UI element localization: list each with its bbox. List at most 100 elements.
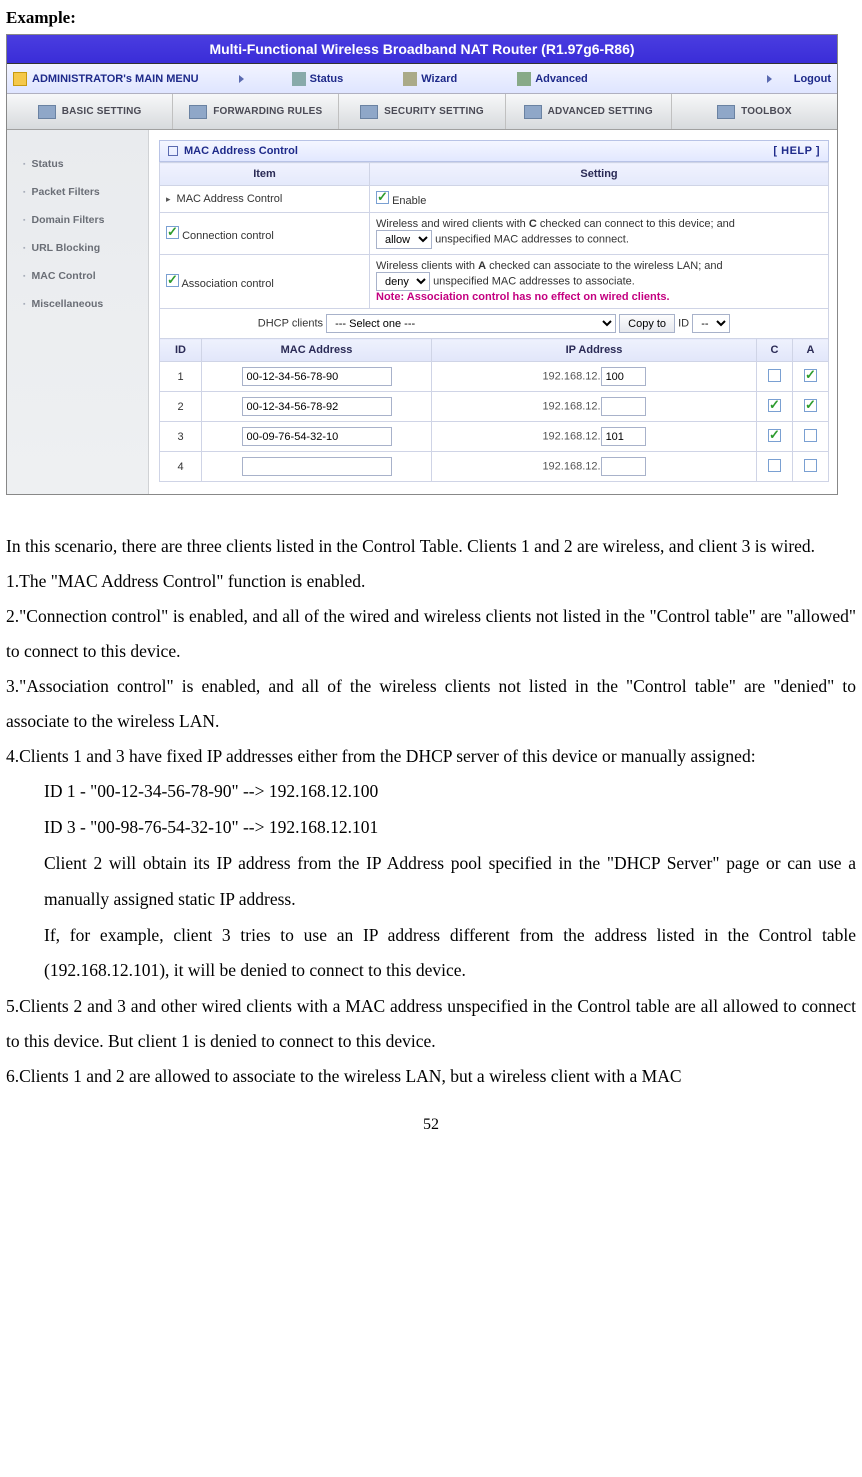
ip-suffix-input[interactable] [601,397,646,416]
main-menu-bar: ADMINISTRATOR's MAIN MENU Status Wizard … [7,64,837,94]
c-checkbox[interactable] [768,429,781,442]
tab-advanced-label: ADVANCED SETTING [548,106,653,117]
doc-l1: 1.The "MAC Address Control" function is … [6,564,856,599]
menu-status-label: Status [310,73,344,85]
menu-logout-label: Logout [794,73,831,85]
doc-l4b: ID 3 - "00-98-76-54-32-10" --> 192.168.1… [6,810,856,846]
a-checkbox[interactable] [804,429,817,442]
sidebar-item-domain-filters[interactable]: Domain Filters [7,206,148,234]
association-note: Note: Association control has no effect … [376,291,670,303]
tab-forwarding-label: FORWARDING RULES [213,106,322,117]
a-checkbox[interactable] [804,399,817,412]
ip-suffix-input[interactable] [601,457,646,476]
doc-l4: 4.Clients 1 and 3 have fixed IP addresse… [6,739,856,774]
sidebar-item-label: URL Blocking [31,242,100,254]
connection-control-setting: Wireless and wired clients with C checke… [370,213,829,255]
tab-advanced-setting[interactable]: ADVANCED SETTING [506,94,672,129]
col-setting-header: Setting [370,163,829,186]
table-row: 2 192.168.12. [160,392,829,422]
doc-l5: 5.Clients 2 and 3 and other wired client… [6,989,856,1059]
dhcp-id-label: ID [678,318,689,330]
ac-text-3: unspecified MAC addresses to associate. [433,276,635,288]
tab-forwarding-rules[interactable]: FORWARDING RULES [173,94,339,129]
tab-toolbox[interactable]: TOOLBOX [672,94,837,129]
association-deny-select[interactable]: deny [376,272,430,291]
ac-text-1: Wireless clients with [376,260,478,272]
router-screenshot: Multi-Functional Wireless Broadband NAT … [6,34,838,495]
panel-header: MAC Address Control [ HELP ] [159,140,829,162]
arrow-icon [767,75,772,83]
menu-logout[interactable]: Logout [767,73,831,85]
menu-status[interactable]: Status [292,72,344,86]
menu-wizard[interactable]: Wizard [403,72,457,86]
sidebar-item-url-blocking[interactable]: URL Blocking [7,234,148,262]
ctl-header-c: C [757,339,793,362]
panel-icon [168,146,178,156]
dhcp-row: DHCP clients --- Select one --- Copy to … [160,309,829,339]
tab-security-setting[interactable]: SECURITY SETTING [339,94,505,129]
sidebar-item-packet-filters[interactable]: Packet Filters [7,178,148,206]
sidebar-item-label: Packet Filters [31,186,99,198]
menu-advanced[interactable]: Advanced [517,72,588,86]
table-row: 1 192.168.12. [160,362,829,392]
ip-prefix: 192.168.12. [542,371,600,383]
ctl-id-cell: 3 [160,422,202,452]
sidebar-item-label: MAC Control [31,270,95,282]
table-row: 3192.168.12. [160,422,829,452]
sidebar-item-status[interactable]: Status [7,150,148,178]
cc-text-3: unspecified MAC addresses to connect. [435,234,629,246]
ctl-id-cell: 2 [160,392,202,422]
mac-address-input[interactable] [242,427,392,446]
c-checkbox[interactable] [768,369,781,382]
doc-l6: 6.Clients 1 and 2 are allowed to associa… [6,1059,856,1094]
copy-to-button[interactable]: Copy to [619,314,675,333]
panel-title: MAC Address Control [184,145,298,157]
help-link[interactable]: [ HELP ] [773,145,820,157]
ctl-id-cell: 1 [160,362,202,392]
mac-control-row-label: MAC Address Control [160,186,370,213]
mac-address-input[interactable] [242,457,392,476]
connection-control-checkbox[interactable] [166,226,179,239]
cc-bold-c: C [529,218,537,230]
association-control-checkbox[interactable] [166,274,179,287]
tab-bar: BASIC SETTING FORWARDING RULES SECURITY … [7,94,837,130]
connection-allow-select[interactable]: allow [376,230,432,249]
toolbox-icon [717,105,735,119]
example-heading: Example: [6,8,856,28]
association-control-setting: Wireless clients with A checked can asso… [370,255,829,309]
mac-address-input[interactable] [242,367,392,386]
admin-menu-label: ADMINISTRATOR's MAIN MENU [32,73,199,85]
tab-basic-setting[interactable]: BASIC SETTING [7,94,173,129]
tab-basic-label: BASIC SETTING [62,106,142,117]
doc-p1: In this scenario, there are three client… [6,529,856,564]
c-checkbox[interactable] [768,459,781,472]
doc-l2: 2."Connection control" is enabled, and a… [6,599,856,669]
doc-l4d: If, for example, client 3 tries to use a… [6,918,856,990]
ctl-header-id: ID [160,339,202,362]
dhcp-clients-select[interactable]: --- Select one --- [326,314,616,333]
ip-suffix-input[interactable] [601,367,646,386]
sidebar-item-miscellaneous[interactable]: Miscellaneous [7,290,148,318]
enable-checkbox[interactable] [376,191,389,204]
ip-prefix: 192.168.12. [542,401,600,413]
menu-wizard-label: Wizard [421,73,457,85]
enable-label: Enable [392,195,426,207]
security-icon [360,105,378,119]
control-table: ID MAC Address IP Address C A 1192.168.1… [159,338,829,482]
col-item-header: Item [160,163,370,186]
dhcp-id-select[interactable]: -- [692,314,730,333]
ip-suffix-input[interactable] [601,427,646,446]
content-panel: MAC Address Control [ HELP ] Item Settin… [149,130,837,494]
ac-text-2: checked can associate to the wireless LA… [486,260,723,272]
a-checkbox[interactable] [804,369,817,382]
sidebar: Status Packet Filters Domain Filters URL… [7,130,149,494]
doc-l3: 3."Association control" is enabled, and … [6,669,856,739]
mac-address-input[interactable] [242,397,392,416]
sidebar-item-mac-control[interactable]: MAC Control [7,262,148,290]
cc-text-1: Wireless and wired clients with [376,218,529,230]
ctl-id-cell: 4 [160,452,202,482]
sidebar-item-label: Status [31,158,63,170]
basic-icon [38,105,56,119]
a-checkbox[interactable] [804,459,817,472]
c-checkbox[interactable] [768,399,781,412]
